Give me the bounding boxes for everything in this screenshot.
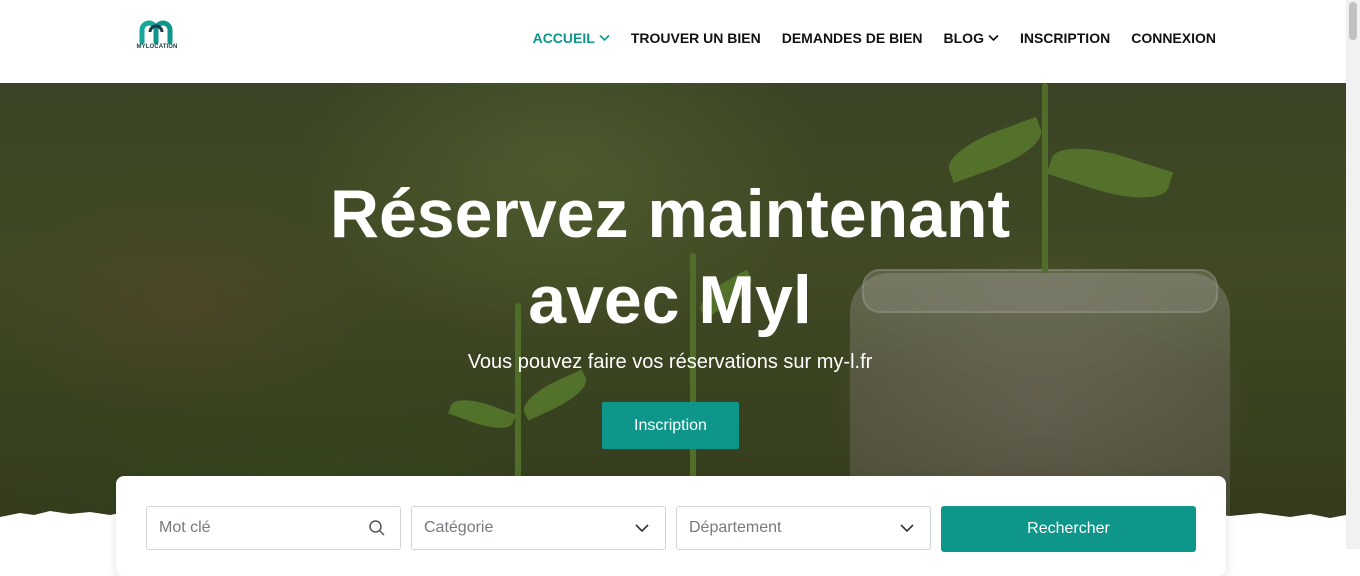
nav-item-demandes-de-bien[interactable]: DEMANDES DE BIEN	[782, 30, 923, 46]
search-panel: Mot clé Catégorie Département Rechercher	[116, 476, 1226, 576]
nav-item-trouver-un-bien[interactable]: TROUVER UN BIEN	[631, 30, 761, 46]
chevron-down-icon	[599, 34, 610, 42]
search-icon	[369, 520, 385, 536]
department-select[interactable]: Département	[676, 506, 931, 550]
chevron-down-icon	[635, 524, 649, 533]
nav-item-label: DEMANDES DE BIEN	[781, 30, 923, 46]
nav-item-label: TROUVER UN BIEN	[630, 30, 761, 46]
department-placeholder: Département	[689, 519, 782, 536]
hero-title: Réservez maintenant avec Myl	[0, 171, 1340, 343]
scrollbar-thumb[interactable]	[1349, 2, 1357, 40]
nav-item-blog[interactable]: BLOG	[944, 30, 999, 46]
nav-item-label: ACCUEIL	[532, 30, 595, 46]
nav-item-label: INSCRIPTION	[1019, 30, 1111, 46]
category-placeholder: Catégorie	[424, 519, 494, 536]
nav-item-label: BLOG	[943, 30, 984, 46]
site-header: MYLOCATION ACCUEIL TROUVER UN BIEN DEMAN…	[0, 0, 1346, 83]
site-logo[interactable]: MYLOCATION	[134, 18, 180, 52]
search-submit-button[interactable]: Rechercher	[941, 506, 1196, 552]
chevron-down-icon	[900, 524, 914, 533]
inscription-button[interactable]: Inscription	[602, 402, 739, 449]
main-nav: ACCUEIL TROUVER UN BIEN DEMANDES DE BIEN…	[533, 30, 1216, 46]
hero-title-line: Réservez maintenant	[329, 176, 1011, 252]
nav-item-inscription[interactable]: INSCRIPTION	[1020, 30, 1110, 46]
chevron-down-icon	[988, 34, 999, 42]
hero-subtitle: Vous pouvez faire vos réservations sur m…	[467, 351, 873, 373]
hero-title-line: avec Myl	[528, 262, 812, 338]
nav-item-label: CONNEXION	[1131, 30, 1216, 46]
page-scrollbar[interactable]	[1346, 0, 1360, 549]
keyword-search-input[interactable]: Mot clé	[146, 506, 401, 550]
nav-item-connexion[interactable]: CONNEXION	[1131, 30, 1216, 46]
logo-mark-icon	[139, 20, 173, 45]
nav-item-accueil[interactable]: ACCUEIL	[533, 30, 610, 46]
keyword-placeholder: Mot clé	[159, 519, 211, 536]
category-select[interactable]: Catégorie	[411, 506, 666, 550]
logo-text: MYLOCATION	[136, 44, 178, 50]
